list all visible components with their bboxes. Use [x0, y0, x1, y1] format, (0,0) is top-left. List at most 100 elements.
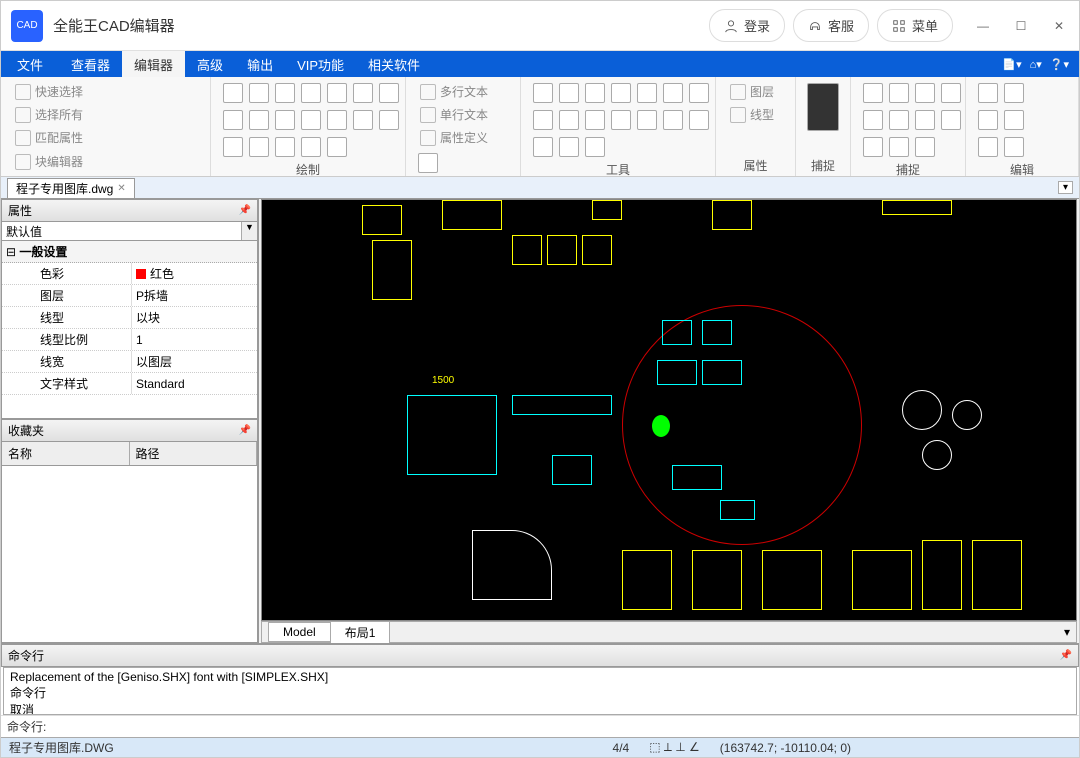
d5-icon[interactable]: [327, 137, 347, 157]
move-icon[interactable]: [533, 83, 553, 103]
array-icon[interactable]: [689, 83, 709, 103]
layout-tab-1[interactable]: 布局1: [330, 621, 391, 644]
tab-file[interactable]: 文件: [1, 51, 59, 77]
ed5-icon[interactable]: [978, 137, 998, 157]
select-all-button[interactable]: 选择所有: [11, 104, 87, 125]
layout-dropdown[interactable]: ▾: [1064, 625, 1070, 639]
login-button[interactable]: 登录: [709, 9, 785, 42]
cmd-header[interactable]: 命令行 📌: [1, 644, 1079, 667]
tool-dropdown-icon[interactable]: 📄▾: [1002, 58, 1021, 71]
close-button[interactable]: ✕: [1049, 19, 1069, 33]
polyline-icon[interactable]: [249, 83, 269, 103]
offset-icon[interactable]: [611, 83, 631, 103]
stretch-icon[interactable]: [559, 137, 579, 157]
ellipse-icon[interactable]: [353, 83, 373, 103]
ed3-icon[interactable]: [978, 110, 998, 130]
prop-row-linetype[interactable]: 线型以块: [2, 307, 257, 329]
e8-icon[interactable]: [941, 110, 961, 130]
doc-tab-active[interactable]: 程子专用图库.dwg ✕: [7, 178, 135, 198]
extend-icon[interactable]: [559, 110, 579, 130]
hatch-icon[interactable]: [379, 83, 399, 103]
property-grid[interactable]: 一般设置 色彩 红色 图层P拆墙 线型以块 线型比例1 线宽以图层 文字样式St…: [1, 241, 258, 419]
cmd-input[interactable]: [52, 718, 1073, 735]
fillet-icon[interactable]: [611, 110, 631, 130]
prop-row-lweight[interactable]: 线宽以图层: [2, 351, 257, 373]
prop-row-layer[interactable]: 图层P拆墙: [2, 285, 257, 307]
doc-tab-dropdown[interactable]: ▾: [1058, 181, 1073, 194]
pin-icon[interactable]: ⌂▾: [1030, 58, 1042, 71]
mirror-icon[interactable]: [585, 83, 605, 103]
align-icon[interactable]: [533, 137, 553, 157]
table-icon[interactable]: [301, 137, 321, 157]
point-icon[interactable]: [301, 110, 321, 130]
xline-icon[interactable]: [353, 110, 373, 130]
e5-icon[interactable]: [863, 110, 883, 130]
default-dropdown[interactable]: ▼: [241, 222, 257, 240]
scale-icon[interactable]: [663, 83, 683, 103]
polygon2-icon[interactable]: [275, 110, 295, 130]
help-icon[interactable]: ❔▾: [1050, 58, 1069, 71]
maximize-button[interactable]: ☐: [1011, 19, 1031, 33]
tab-viewer[interactable]: 查看器: [59, 51, 122, 77]
ed1-icon[interactable]: [978, 83, 998, 103]
prop-row-tstyle[interactable]: 文字样式Standard: [2, 373, 257, 395]
cmd-log[interactable]: Replacement of the [Geniso.SHX] font wit…: [3, 667, 1077, 715]
trim-icon[interactable]: [533, 110, 553, 130]
fav-panel-header[interactable]: 收藏夹 📌: [1, 419, 258, 442]
e10-icon[interactable]: [889, 137, 909, 157]
prop-row-lscale[interactable]: 线型比例1: [2, 329, 257, 351]
stext-button[interactable]: 单行文本: [416, 104, 492, 125]
fav-body[interactable]: [1, 466, 258, 644]
rect-icon[interactable]: [275, 83, 295, 103]
mtext-button[interactable]: 多行文本: [416, 81, 492, 102]
rotate-icon[interactable]: [637, 83, 657, 103]
cad-canvas[interactable]: 1500: [261, 199, 1077, 621]
explode-icon[interactable]: [663, 110, 683, 130]
pin-icon[interactable]: 📌: [239, 205, 251, 216]
e11-icon[interactable]: [915, 137, 935, 157]
chamfer-icon[interactable]: [637, 110, 657, 130]
service-button[interactable]: 客服: [793, 9, 869, 42]
donut-icon[interactable]: [223, 137, 243, 157]
line-icon[interactable]: [223, 83, 243, 103]
lengthen-icon[interactable]: [585, 137, 605, 157]
arc-icon[interactable]: [301, 83, 321, 103]
status-snap-icons[interactable]: ⬚ ⟂ ⊥ ∠: [649, 740, 700, 755]
props-panel-header[interactable]: 属性 📌: [1, 199, 258, 222]
arc2-icon[interactable]: [249, 110, 269, 130]
cloud-icon[interactable]: [249, 137, 269, 157]
pin-icon[interactable]: 📌: [1060, 650, 1072, 661]
attrdef-button[interactable]: 属性定义: [416, 127, 492, 148]
doc-close-icon[interactable]: ✕: [117, 183, 125, 194]
ray-icon[interactable]: [327, 110, 347, 130]
tab-related[interactable]: 相关软件: [356, 51, 432, 77]
layer-button[interactable]: 图层: [726, 81, 778, 102]
e7-icon[interactable]: [915, 110, 935, 130]
wipeout-icon[interactable]: [275, 137, 295, 157]
linetype-button[interactable]: 线型: [726, 104, 778, 125]
prop-row-color[interactable]: 色彩 红色: [2, 263, 257, 285]
e3-icon[interactable]: [915, 83, 935, 103]
tab-editor[interactable]: 编辑器: [122, 51, 185, 77]
break-icon[interactable]: [585, 110, 605, 130]
menu-button[interactable]: 菜单: [877, 9, 953, 42]
e2-icon[interactable]: [889, 83, 909, 103]
snap-big-icon[interactable]: [807, 83, 839, 131]
ed2-icon[interactable]: [1004, 83, 1024, 103]
pin-icon[interactable]: 📌: [239, 425, 251, 436]
join-icon[interactable]: [689, 110, 709, 130]
layout-tab-model[interactable]: Model: [268, 622, 331, 642]
copy-icon[interactable]: [559, 83, 579, 103]
match-attr-button[interactable]: 匹配属性: [11, 127, 87, 148]
ed4-icon[interactable]: [1004, 110, 1024, 130]
e1-icon[interactable]: [863, 83, 883, 103]
quick-select-button[interactable]: 快速选择: [11, 81, 87, 102]
tab-vip[interactable]: VIP功能: [285, 51, 356, 77]
text1-icon[interactable]: [418, 153, 438, 173]
block-editor-button[interactable]: 块编辑器: [11, 151, 123, 172]
region-icon[interactable]: [379, 110, 399, 130]
e4-icon[interactable]: [941, 83, 961, 103]
default-value-input[interactable]: [2, 222, 241, 240]
e9-icon[interactable]: [863, 137, 883, 157]
tab-output[interactable]: 输出: [235, 51, 285, 77]
